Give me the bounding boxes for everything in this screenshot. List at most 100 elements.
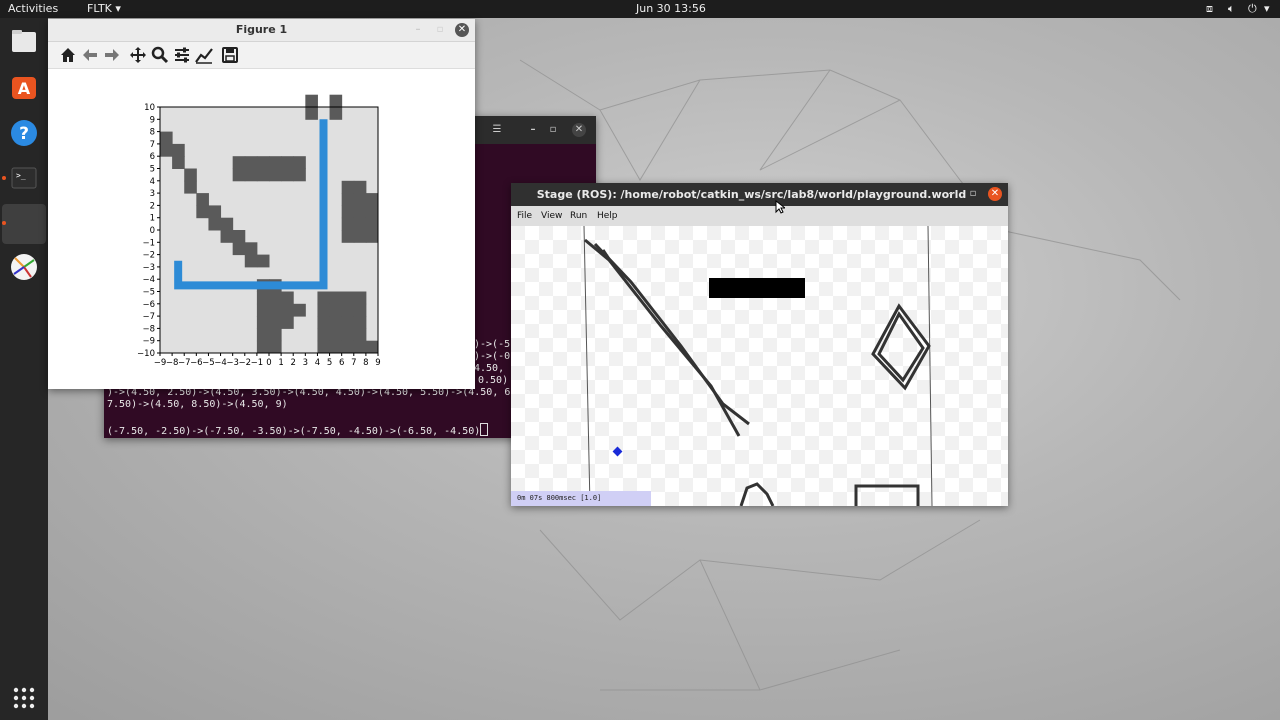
obstacle-cell xyxy=(269,316,282,329)
edit-axis-icon[interactable] xyxy=(194,45,214,65)
x-tick-label: 6 xyxy=(339,358,344,368)
svg-text:>_: >_ xyxy=(16,171,26,180)
x-tick-label: 2 xyxy=(291,358,296,368)
stage-world-canvas[interactable]: 0m 07s 800msec [1.0] xyxy=(511,226,1008,506)
figure-titlebar[interactable]: Figure 1 – ▫ ✕ xyxy=(48,19,475,42)
y-tick-label: 5 xyxy=(150,165,155,175)
obstacle-cell xyxy=(341,205,355,219)
grid-plot[interactable]: −9 −8 −7 −6 −5 −4 −3 −2 −1 0 1 2 3 4 5 6 7 8 9109876543210… xyxy=(48,69,475,389)
obstacle-cell xyxy=(353,303,367,317)
obstacle-cell xyxy=(341,340,355,354)
obstacle-cell xyxy=(317,328,331,342)
figure-toolbar xyxy=(48,42,475,69)
obstacle-cell xyxy=(353,205,367,219)
svg-text:A: A xyxy=(18,79,31,98)
stage-world-view[interactable] xyxy=(511,226,1008,506)
close-icon[interactable]: ✕ xyxy=(572,123,586,137)
obstacle-cell xyxy=(317,291,331,305)
x-tick-label: −9 xyxy=(154,358,167,368)
obstacle-cell xyxy=(256,168,270,182)
obstacle-cell xyxy=(365,193,379,206)
system-menu-arrow-icon[interactable]: ▾ xyxy=(1264,2,1270,15)
menu-view[interactable]: View xyxy=(541,211,562,221)
save-icon[interactable] xyxy=(220,45,240,65)
stage-window[interactable]: Stage (ROS): /home/robot/catkin_ws/src/l… xyxy=(511,183,1008,506)
close-icon[interactable]: ✕ xyxy=(988,187,1002,201)
zoom-icon[interactable] xyxy=(150,45,170,65)
obstacle-cell xyxy=(353,217,367,231)
x-tick-label: 8 xyxy=(363,358,368,368)
clock[interactable]: Jun 30 13:56 xyxy=(636,2,706,15)
obstacle-cell xyxy=(232,168,246,182)
menu-run[interactable]: Run xyxy=(570,211,587,221)
home-icon[interactable] xyxy=(58,45,78,65)
help-icon[interactable]: ? xyxy=(6,115,42,151)
show-applications-icon[interactable] xyxy=(6,680,42,716)
obstacle-cell xyxy=(256,254,270,268)
obstacle-cell xyxy=(341,303,355,317)
stage-title: Stage (ROS): /home/robot/catkin_ws/src/l… xyxy=(536,188,967,201)
figure-window[interactable]: Figure 1 – ▫ ✕ −9 −8 −7 −6 −5 −4 −3 −2 −1 0 1 2 3 4 5 6… xyxy=(48,19,475,389)
obstacle-cell xyxy=(269,303,282,317)
forward-icon[interactable] xyxy=(102,45,122,65)
x-tick-label: −4 xyxy=(214,358,227,368)
obstacle-cell xyxy=(329,291,343,305)
minimize-icon[interactable]: – xyxy=(526,123,540,137)
terminal-line: )->(-0 xyxy=(474,351,511,362)
maximize-icon[interactable]: ▫ xyxy=(966,187,980,201)
y-tick-label: 9 xyxy=(150,115,155,125)
obstacle-cell xyxy=(232,156,246,169)
terminal-menu-icon[interactable]: ☰ xyxy=(490,123,504,137)
obstacle-cell xyxy=(256,303,270,317)
software-icon[interactable]: A xyxy=(6,69,42,105)
top-bar: Activities FLTK ▾ Jun 30 13:56 ⧈ 🔈︎ ⏻ ▾ xyxy=(0,0,1280,18)
app-menu-label: FLTK xyxy=(87,2,112,15)
running-indicator xyxy=(2,176,6,180)
back-icon[interactable] xyxy=(80,45,100,65)
x-tick-label: 5 xyxy=(327,358,332,368)
obstacle-cell xyxy=(184,180,197,194)
active-app[interactable] xyxy=(2,204,46,244)
obstacle-cell xyxy=(281,168,294,182)
x-tick-label: −5 xyxy=(202,358,215,368)
obstacle-cell xyxy=(269,328,282,342)
app-menu-button[interactable]: FLTK ▾ xyxy=(87,2,121,15)
minimize-icon[interactable]: – xyxy=(944,187,958,201)
obstacle-cell xyxy=(341,328,355,342)
stage-status-bar: 0m 07s 800msec [1.0] xyxy=(511,491,651,506)
power-icon[interactable]: ⏻ xyxy=(1248,2,1257,16)
mouse-cursor-icon xyxy=(775,200,785,214)
y-tick-label: −7 xyxy=(142,312,155,322)
obstacle-cell xyxy=(353,340,367,354)
maximize-icon[interactable]: ▫ xyxy=(433,23,447,37)
activities-button[interactable]: Activities xyxy=(8,2,58,15)
stage-titlebar[interactable]: Stage (ROS): /home/robot/catkin_ws/src/l… xyxy=(511,183,1008,206)
obstacle-cell xyxy=(184,168,197,182)
volume-icon[interactable]: 🔈︎ xyxy=(1228,2,1235,16)
menu-file[interactable]: File xyxy=(517,211,532,221)
obstacle-cell xyxy=(160,143,173,157)
minimize-icon[interactable]: – xyxy=(411,23,425,37)
y-tick-label: −4 xyxy=(142,275,155,285)
stage-icon[interactable] xyxy=(6,249,42,285)
obstacle-cell xyxy=(341,193,355,206)
running-indicator xyxy=(2,221,6,225)
obstacle-cell xyxy=(172,143,185,157)
network-icon[interactable]: ⧈ xyxy=(1206,2,1213,16)
y-tick-label: 2 xyxy=(150,201,155,211)
pan-icon[interactable] xyxy=(128,45,148,65)
obstacle-cell xyxy=(329,328,343,342)
obstacle-cell xyxy=(160,131,173,145)
close-icon[interactable]: ✕ xyxy=(455,23,469,37)
y-tick-label: 1 xyxy=(150,214,155,224)
obstacle-cell xyxy=(232,242,246,256)
obstacle-cell xyxy=(244,156,258,169)
obstacle-cell xyxy=(269,168,282,182)
maximize-icon[interactable]: ▫ xyxy=(546,123,560,137)
configure-icon[interactable] xyxy=(172,45,192,65)
y-tick-label: 0 xyxy=(150,226,155,236)
obstacle-cell xyxy=(317,316,331,329)
terminal-icon[interactable]: >_ xyxy=(6,160,42,196)
files-icon[interactable] xyxy=(6,23,42,59)
menu-help[interactable]: Help xyxy=(597,211,618,221)
